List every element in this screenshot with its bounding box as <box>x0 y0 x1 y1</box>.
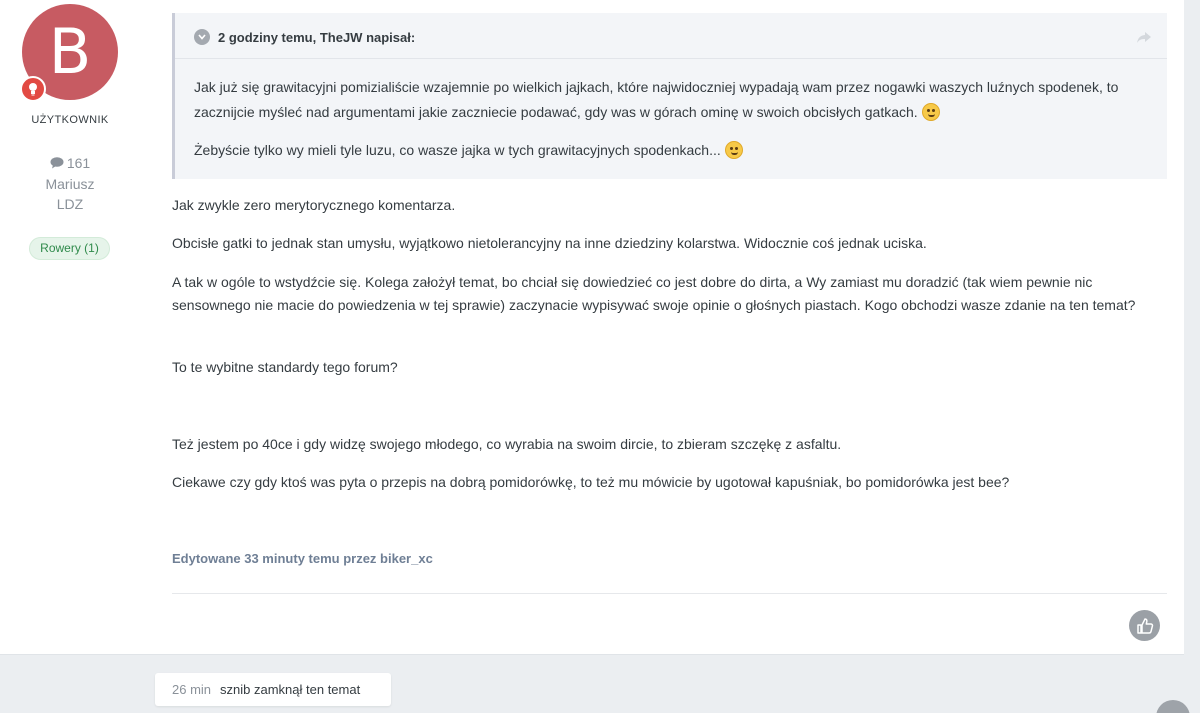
lightbulb-icon <box>20 76 46 102</box>
quote-text: Jak już się grawitacyjni pomizialiście w… <box>194 79 1119 120</box>
quote-citation: 2 godziny temu, TheJW napisał: <box>218 29 416 45</box>
quote-header[interactable]: 2 godziny temu, TheJW napisał: <box>194 28 415 46</box>
comment-icon <box>50 157 64 169</box>
quote-paragraph: Żebyście tylko wy mieli tyle luzu, co wa… <box>194 138 1154 163</box>
post-paragraph: To te wybitne standardy tego forum? <box>172 359 398 375</box>
grinning-squint-face-icon <box>724 141 743 159</box>
quote-paragraph: Jak już się grawitacyjni pomizialiście w… <box>194 75 1154 125</box>
post-paragraph: Ciekawe czy gdy ktoś was pyta o przepis … <box>172 474 1010 490</box>
post-count-value: 161 <box>66 155 91 171</box>
rank-title: UŻYTKOWNIK <box>31 114 109 126</box>
post-paragraph: A tak w ogóle to wstydźcie się. Kolega z… <box>172 274 1136 313</box>
post-divider <box>172 593 1167 594</box>
chevron-down-icon[interactable] <box>194 29 210 45</box>
club-badge[interactable]: Rowery (1) <box>29 237 110 260</box>
quote-divider <box>175 58 1167 59</box>
thumbs-up-icon[interactable] <box>1129 610 1160 641</box>
post-card: B UŻYTKOWNIK 161 Mariusz LDZ Rowery (1) … <box>0 0 1184 655</box>
event-time[interactable]: 26 min <box>172 682 211 697</box>
author-name: Mariusz <box>45 176 95 192</box>
quote-text: Żebyście tylko wy mieli tyle luzu, co wa… <box>194 142 721 158</box>
post-paragraph: Obcisłe gatki to jednak stan umysłu, wyj… <box>172 235 927 251</box>
arrow-up-icon[interactable] <box>1156 700 1190 713</box>
post-count[interactable]: 161 <box>0 155 140 171</box>
author-location: LDZ <box>56 196 84 212</box>
topic-event: 26 min sznib zamknął ten temat <box>155 673 391 706</box>
edited-note: Edytowane 33 minuty temu przez biker_xc <box>172 551 433 566</box>
post-paragraph: Też jestem po 40ce i gdy widzę swojego m… <box>172 436 842 452</box>
post-paragraph: Jak zwykle zero merytorycznego komentarz… <box>172 197 456 213</box>
quote-block: 2 godziny temu, TheJW napisał: Jak już s… <box>172 13 1167 179</box>
event-text: sznib zamknął ten temat <box>220 682 361 697</box>
kissing-face-icon <box>921 103 940 121</box>
share-icon[interactable] <box>1137 30 1151 48</box>
